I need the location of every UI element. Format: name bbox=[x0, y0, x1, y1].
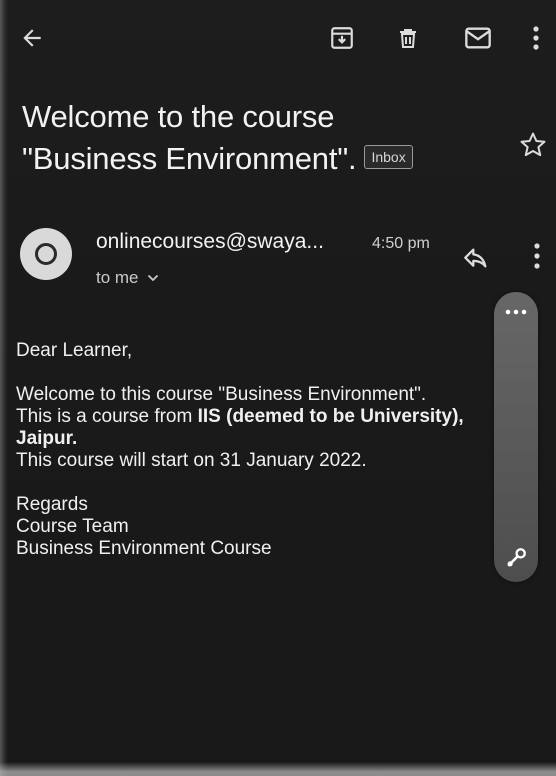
inbox-label-badge[interactable]: Inbox bbox=[364, 145, 413, 170]
email-time: 4:50 pm bbox=[372, 235, 430, 252]
subject-line-2-text: "Business Environment". bbox=[22, 140, 357, 176]
body-line-1: Welcome to this course "Business Environ… bbox=[16, 384, 427, 405]
photo-edge bbox=[0, 0, 8, 776]
sender-address[interactable]: onlinecourses@swaya... bbox=[96, 230, 324, 254]
email-subject: Welcome to the course "Business Environm… bbox=[22, 96, 492, 179]
body-line-2: This is a course from IIS (deemed to be … bbox=[16, 406, 494, 428]
back-arrow-icon[interactable] bbox=[12, 18, 52, 58]
floating-tool-pill[interactable] bbox=[494, 292, 538, 582]
photo-bottom-edge bbox=[0, 762, 556, 776]
archive-icon[interactable] bbox=[322, 18, 362, 58]
recipient-details-toggle[interactable]: to me bbox=[96, 268, 159, 288]
email-screen: Welcome to the course "Business Environm… bbox=[0, 0, 556, 776]
reply-icon[interactable] bbox=[460, 243, 492, 275]
more-horiz-icon[interactable] bbox=[500, 300, 532, 324]
message-more-vert-icon[interactable] bbox=[522, 238, 552, 274]
more-vert-icon[interactable] bbox=[516, 18, 556, 58]
body-institution: IIS (deemed to be University), bbox=[197, 406, 464, 427]
avatar-initial-icon bbox=[35, 243, 57, 265]
star-icon[interactable] bbox=[518, 130, 548, 160]
email-body: Dear Learner, Welcome to this course "Bu… bbox=[16, 340, 494, 560]
subject-line-2: "Business Environment". Inbox bbox=[22, 138, 492, 180]
sender-avatar[interactable] bbox=[20, 228, 72, 280]
subject-line-1: Welcome to the course bbox=[22, 99, 335, 134]
mark-unread-icon[interactable] bbox=[458, 18, 498, 58]
body-sign-team: Course Team bbox=[16, 516, 129, 537]
chevron-down-icon bbox=[147, 268, 159, 288]
body-line-3: Jaipur. bbox=[16, 428, 78, 449]
body-sign-course: Business Environment Course bbox=[16, 538, 272, 559]
body-signoff: Regards bbox=[16, 494, 88, 515]
delete-icon[interactable] bbox=[388, 18, 428, 58]
body-greeting: Dear Learner, bbox=[16, 340, 133, 361]
top-toolbar bbox=[0, 18, 556, 62]
recipient-label: to me bbox=[96, 268, 139, 287]
body-line-4: This course will start on 31 January 202… bbox=[16, 450, 367, 471]
tool-icon[interactable] bbox=[502, 544, 530, 572]
body-line-2-text: This is a course from bbox=[16, 406, 198, 427]
